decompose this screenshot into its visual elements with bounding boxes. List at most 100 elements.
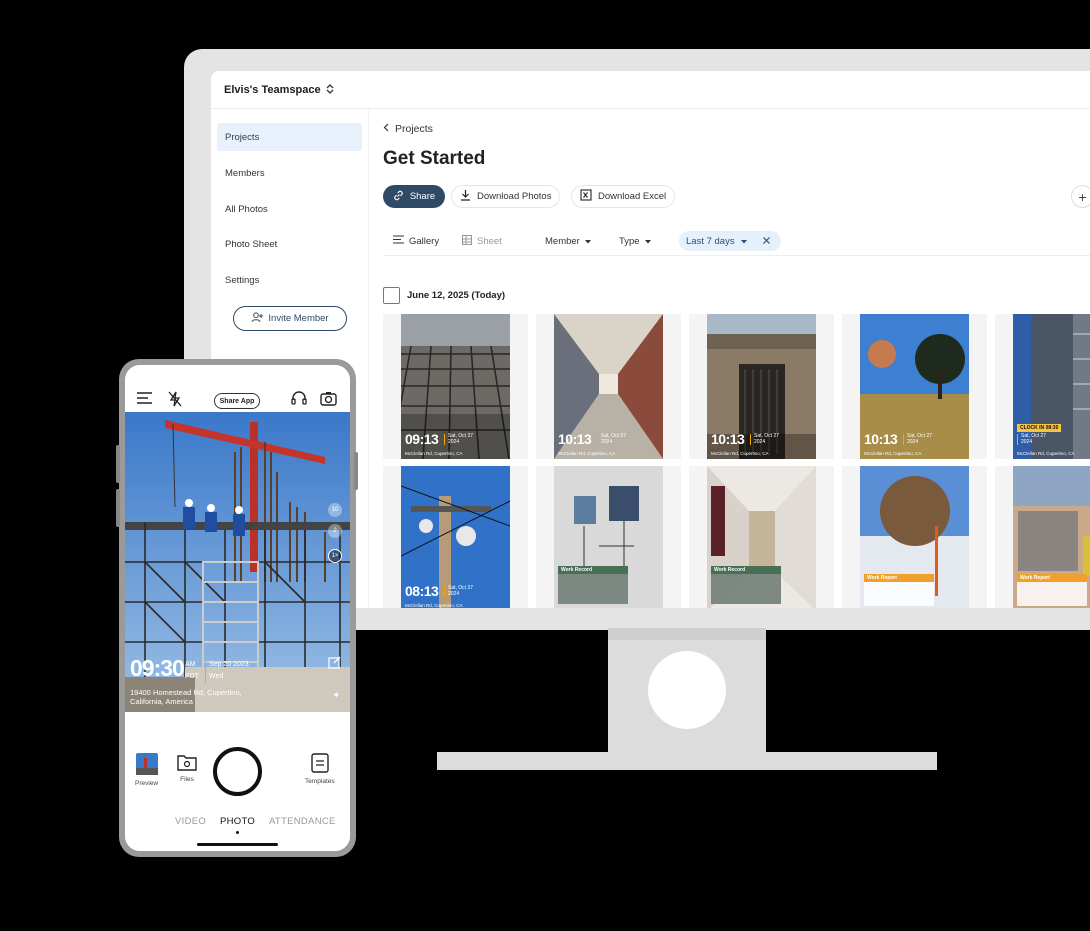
type-filter[interactable]: Type <box>619 232 651 250</box>
shutter-button[interactable] <box>213 747 262 796</box>
date-group-label: June 12, 2025 (Today) <box>407 290 506 301</box>
sidebar-item-label: Photo Sheet <box>225 238 278 250</box>
sidebar-item-photo-sheet[interactable]: Photo Sheet <box>217 230 362 258</box>
templates-button[interactable]: Templates <box>305 753 335 785</box>
invite-member-label: Invite Member <box>268 313 329 324</box>
photo-park-tree: 10:13 Sat, Oct 27 2024 McClellan Rd, Cupe… <box>860 314 969 459</box>
monitor-chin <box>355 608 1090 628</box>
caret-down-icon <box>644 236 651 247</box>
zoom-level-label: 2 <box>333 528 337 534</box>
template-icon <box>305 753 335 775</box>
page-title: Get Started <box>383 148 486 169</box>
share-app-button[interactable]: Share App <box>214 393 260 409</box>
photo-store-aisle: 10:13 Sat, Oct 27 2024 McClellan Rd, Cupe… <box>554 314 663 459</box>
work-record-card: Work Record <box>558 566 628 604</box>
sidebar-item-settings[interactable]: Settings <box>217 266 362 294</box>
sidebar-item-members[interactable]: Members <box>217 159 362 187</box>
photo-rebar-grid: 09:13 Sat, Oct 27 2024 McClellan Rd, Cupe… <box>401 314 510 459</box>
camera-controls: Preview Files Templates VIDEO PHOTO ATTE… <box>125 712 350 851</box>
switch-camera-icon[interactable] <box>320 391 337 409</box>
list-icon <box>393 235 404 247</box>
sidebar-item-all-photos[interactable]: All Photos <box>217 195 362 223</box>
photo-snow-field: Work Report <box>860 466 969 608</box>
topbar: Elvis's Teamspace <box>211 71 1090 109</box>
gallery-view-tab[interactable]: Gallery <box>393 232 439 250</box>
share-button[interactable]: Share <box>383 185 445 208</box>
photo-address: McClellan Rd, Cupertino, CA <box>1017 451 1075 456</box>
zoom-level-button[interactable]: 2 <box>328 524 342 538</box>
clear-filter-icon[interactable] <box>762 236 770 247</box>
watermark-time: 09:30 <box>130 655 185 681</box>
photo-date: Sat, Oct 27 2024 <box>1017 433 1046 445</box>
preview-label: Preview <box>135 780 159 787</box>
gallery-label: Gallery <box>409 235 440 247</box>
watermark-timezone: PDT <box>185 672 199 680</box>
photo-warehouse-racks: CLOCK IN 08:30 Sat, Oct 27 2024 McClellan… <box>1013 314 1090 459</box>
download-photos-label: Download Photos <box>477 191 552 202</box>
photo-date: Sat, Oct 27 2024 <box>444 433 473 445</box>
photo-thumbnail[interactable]: Work Record <box>689 466 834 608</box>
select-all-checkbox[interactable] <box>383 287 400 304</box>
work-report-title: Work Report <box>1017 574 1087 582</box>
camera-viewfinder[interactable]: 10 2 1× ✦ 09:30 AM PDT Sep 20 2023 Wed 194… <box>125 412 350 712</box>
sheet-view-tab[interactable]: Sheet <box>462 232 502 250</box>
breadcrumb[interactable]: Projects <box>383 123 433 135</box>
edit-watermark-icon[interactable] <box>328 655 342 674</box>
zoom-level-button[interactable]: 1× <box>328 549 342 563</box>
monitor-stand-base <box>437 752 937 770</box>
photo-timestamp: 09:13 <box>405 431 439 447</box>
caret-down-icon <box>584 236 591 247</box>
mode-attendance[interactable]: ATTENDANCE <box>269 816 336 827</box>
photo-thumbnail[interactable]: Work Report <box>842 466 987 608</box>
sidebar-item-projects[interactable]: Projects <box>217 123 362 151</box>
files-button[interactable]: Files <box>177 753 197 783</box>
photo-thumbnail[interactable]: CLOCK IN 08:30 Sat, Oct 27 2024 McClellan… <box>995 314 1090 459</box>
teamspace-name[interactable]: Elvis's Teamspace <box>224 84 321 96</box>
add-button[interactable]: + <box>1071 185 1090 208</box>
share-label: Share <box>409 191 436 202</box>
photo-year-line: 2024 <box>448 590 460 597</box>
photo-thumbnail[interactable]: 08:13 Sat, Oct 27 2024 McClellan Rd, Cupe… <box>383 466 528 608</box>
watermark-address: 19400 Homestead Rd, Cupertino, California… <box>130 688 242 707</box>
photo-thumbnail[interactable]: 10:13 Sat, Oct 27 2024 McClellan Rd, Cupe… <box>536 314 681 459</box>
photo-thumbnail[interactable]: 09:13 Sat, Oct 27 2024 McClellan Rd, Cupe… <box>383 314 528 459</box>
photo-thumbnail[interactable]: Work Record <box>536 466 681 608</box>
filter-bar: Gallery Sheet Member Type Last 7 days <box>383 228 1090 256</box>
preview-thumbnail-icon <box>135 753 158 777</box>
member-filter[interactable]: Member <box>545 232 591 250</box>
work-record-title: Work Record <box>711 566 781 574</box>
zoom-level-button[interactable]: 10 <box>328 503 342 517</box>
mode-video[interactable]: VIDEO <box>175 816 206 827</box>
invite-member-button[interactable]: Invite Member <box>233 306 347 331</box>
support-headset-icon[interactable] <box>291 391 307 409</box>
photo-year-line: 2024 <box>601 438 613 445</box>
add-user-icon <box>251 311 264 326</box>
watermark-address-line: 19400 Homestead Rd, Cupertino, <box>130 688 242 697</box>
menu-icon[interactable] <box>137 391 152 407</box>
photo-date: Sat, Oct 27 2024 <box>750 433 779 445</box>
flash-off-icon[interactable] <box>168 391 182 410</box>
type-filter-label: Type <box>619 235 640 247</box>
photo-thumbnail[interactable]: 10:13 Sat, Oct 27 2024 McClellan Rd, Cupe… <box>689 314 834 459</box>
photo-year-line: 2024 <box>448 438 460 445</box>
work-report-title: Work Report <box>864 574 934 582</box>
photo-timestamp: 10:13 <box>558 431 592 447</box>
preview-button[interactable]: Preview <box>135 753 158 787</box>
photo-address: McClellan Rd, Cupertino, CA <box>558 451 616 456</box>
grid-icon <box>462 234 472 248</box>
zoom-level-label: 1× <box>331 553 339 559</box>
photo-address: McClellan Rd, Cupertino, CA <box>864 451 922 456</box>
photo-thumbnail[interactable]: 10:13 Sat, Oct 27 2024 McClellan Rd, Cupe… <box>842 314 987 459</box>
active-mode-indicator <box>236 831 239 834</box>
download-photos-button[interactable]: Download Photos <box>451 185 561 208</box>
date-range-chip[interactable]: Last 7 days <box>679 231 781 251</box>
download-excel-button[interactable]: Download Excel <box>571 185 676 208</box>
main-content: Projects Get Started Share Download Phot… <box>383 110 1090 608</box>
work-record-card: Work Record <box>711 566 781 604</box>
photo-concrete-truck: Work Report <box>1013 466 1090 608</box>
teamspace-switch-icon[interactable] <box>326 83 334 96</box>
caret-down-icon <box>740 236 747 247</box>
photo-thumbnail[interactable]: Work Report <box>995 466 1090 608</box>
mode-photo[interactable]: PHOTO <box>220 816 255 827</box>
watermark-date: Sep 20 2023 Wed <box>205 659 249 683</box>
